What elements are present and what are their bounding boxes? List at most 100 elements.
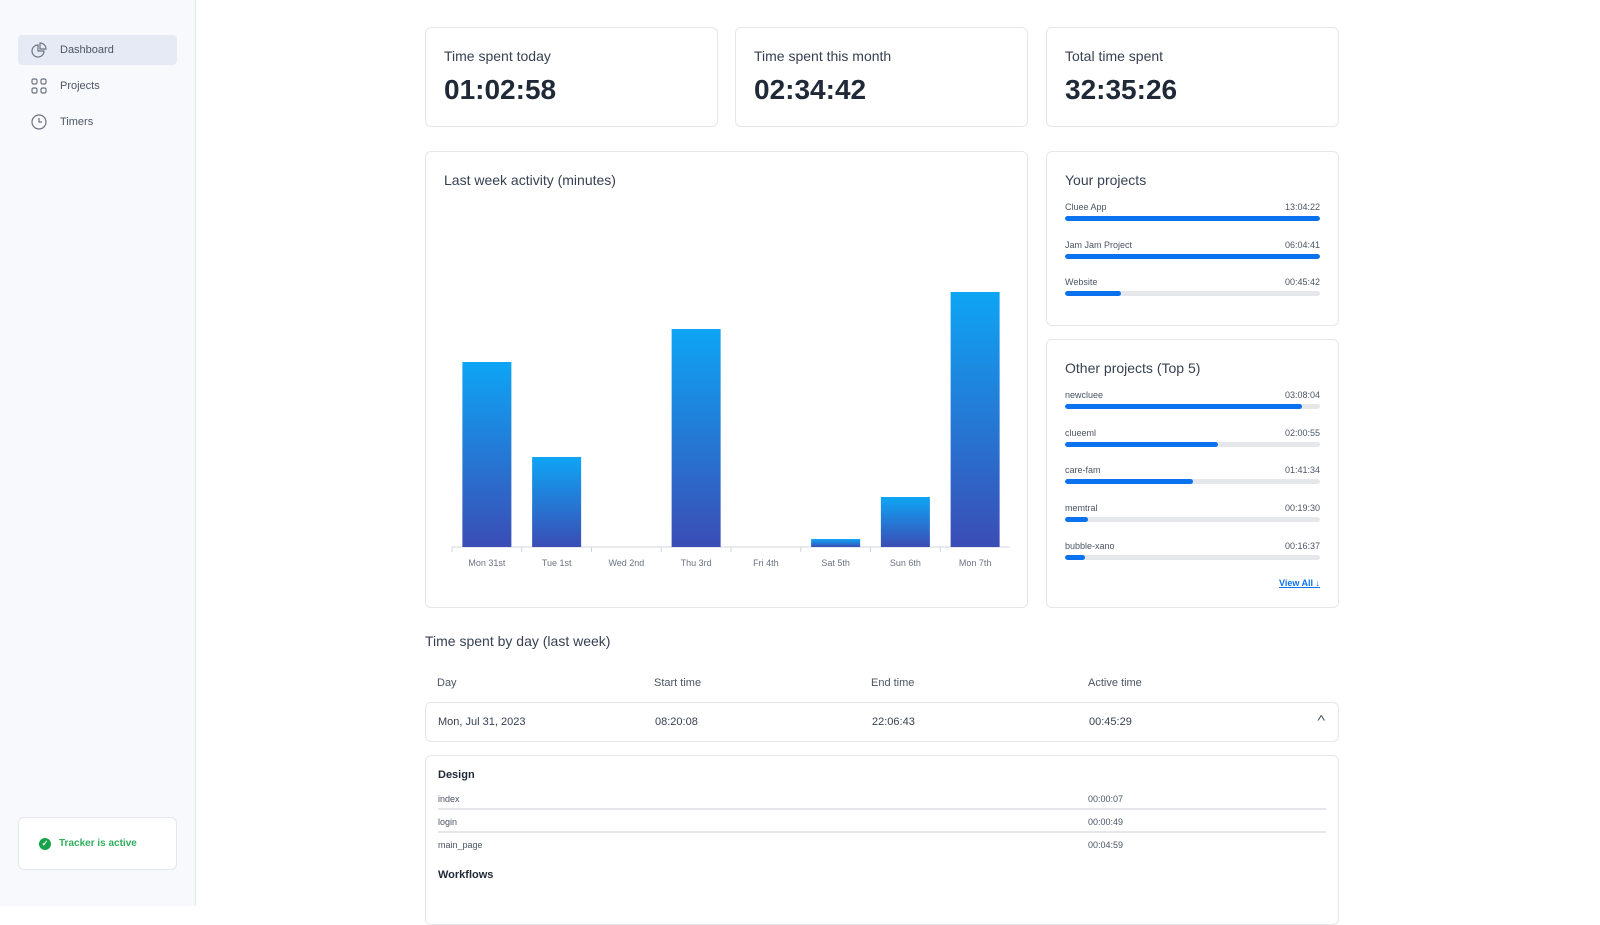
progress-bar <box>1065 517 1320 523</box>
activity-chart-card: Last week activity (minutes) Mon 31st Tue… <box>425 151 1028 608</box>
stat-label: Time spent this month <box>754 48 892 64</box>
x-tick-label: Tue 1st <box>542 558 572 568</box>
x-tick-label: Thu 3rd <box>681 558 712 568</box>
project-time: 02:00:55 <box>1284 427 1320 438</box>
project-row: memtral 00:19:30 <box>1065 503 1320 533</box>
details-name: index <box>438 794 460 804</box>
other-projects-card: Other projects (Top 5) newcluee 03:08:04 c… <box>1046 339 1339 608</box>
x-tick-label: Mon 31st <box>468 558 506 568</box>
project-time: 00:16:37 <box>1284 540 1320 551</box>
sidebar: Dashboard Projects Timers ✓ Tracker is a… <box>0 0 196 906</box>
details-name: login <box>438 817 458 827</box>
stat-card-total: Total time spent 32:35:26 <box>1046 27 1339 127</box>
details-row: login 00:00:49 <box>438 811 1326 833</box>
details-row: main_page 00:04:59 <box>438 834 1326 856</box>
progress-fill <box>1065 253 1320 259</box>
chevron-up-icon[interactable]: ˄ <box>1316 713 1325 725</box>
column-header-start: Start time <box>654 677 702 689</box>
sidebar-item-projects[interactable]: Projects <box>18 71 177 101</box>
project-row: clueeml 02:00:55 <box>1065 428 1320 458</box>
project-time: 01:41:34 <box>1284 465 1320 476</box>
sidebar-item-label: Timers <box>60 116 94 128</box>
progress-fill <box>1065 479 1193 485</box>
cell-active: 00:45:29 <box>1089 716 1132 728</box>
day-details: Design index 00:00:07 login 00:00:49 main_… <box>425 755 1339 925</box>
details-name: main_page <box>438 840 483 850</box>
card-title: Your projects <box>1065 172 1147 188</box>
project-name: Website <box>1065 277 1098 288</box>
stat-card-today: Time spent today 01:02:58 <box>425 27 718 127</box>
column-header-end: End time <box>871 677 915 689</box>
details-time: 00:04:59 <box>1088 840 1124 850</box>
stat-value: 02:34:42 <box>754 74 867 105</box>
project-time: 00:19:30 <box>1284 503 1320 514</box>
details-time: 00:00:07 <box>1088 794 1124 804</box>
sidebar-item-dashboard[interactable]: Dashboard <box>18 35 177 65</box>
sidebar-item-label: Projects <box>60 80 100 92</box>
progress-bar <box>1065 216 1320 221</box>
your-projects-card: Your projects Cluee App 13:04:22 Jam Jam P… <box>1046 151 1339 326</box>
bar-3 <box>671 329 721 547</box>
progress-bar <box>1065 479 1320 485</box>
pie-chart-icon <box>31 42 47 58</box>
bar-7 <box>950 292 1000 547</box>
stat-label: Time spent today <box>444 48 551 64</box>
stat-card-month: Time spent this month 02:34:42 <box>735 27 1028 127</box>
project-name: Jam Jam Project <box>1065 239 1133 250</box>
project-row: newcluee 03:08:04 <box>1065 390 1320 420</box>
details-group-workflows: Workflows <box>438 869 494 881</box>
progress-bar <box>1065 291 1320 297</box>
bar-1 <box>532 457 582 547</box>
details-time: 00:00:49 <box>1088 817 1124 827</box>
cell-end: 22:06:43 <box>872 716 915 728</box>
activity-chart: Mon 31st Tue 1st Wed 2nd Thu 3rd Fri 4th Sat … <box>451 292 1010 568</box>
bar-5 <box>811 539 861 547</box>
progress-fill <box>1065 291 1122 297</box>
column-header-active: Active time <box>1088 677 1142 689</box>
project-row: Jam Jam Project 06:04:41 <box>1065 240 1320 270</box>
table-row[interactable]: Mon, Jul 31, 2023 08:20:08 22:06:43 00:4… <box>425 702 1339 742</box>
progress-fill <box>1065 554 1086 560</box>
project-time: 03:08:04 <box>1284 390 1320 400</box>
bar-6 <box>880 497 930 547</box>
project-name: newcluee <box>1065 390 1104 400</box>
project-row: Cluee App 13:04:22 <box>1065 202 1320 232</box>
progress-fill <box>1065 441 1218 447</box>
clock-icon <box>31 114 47 130</box>
view-all-link[interactable]: View All ↓ <box>1279 578 1320 588</box>
progress-fill <box>1065 517 1088 523</box>
project-name: bubble-xano <box>1065 540 1115 551</box>
sidebar-item-timers[interactable]: Timers <box>18 107 177 137</box>
sidebar-item-label: Dashboard <box>60 44 114 56</box>
project-row: care-fam 01:41:34 <box>1065 465 1320 495</box>
progress-bar <box>1065 404 1320 409</box>
project-time: 00:45:42 <box>1284 277 1320 288</box>
progress-bar <box>1065 441 1320 447</box>
project-name: care-fam <box>1065 465 1101 476</box>
project-name: memtral <box>1065 503 1098 514</box>
tracker-status-text: Tracker is active <box>59 838 137 849</box>
section-title: Time spent by day (last week) <box>425 633 611 649</box>
progress-fill <box>1065 404 1303 409</box>
progress-bar <box>1065 253 1320 259</box>
x-tick-label: Sun 6th <box>890 558 921 568</box>
grid-icon <box>31 78 47 94</box>
details-group-design: Design <box>438 769 475 781</box>
project-time: 13:04:22 <box>1284 202 1320 212</box>
x-tick-label: Sat 5th <box>821 558 850 568</box>
check-icon: ✓ <box>39 837 51 850</box>
x-tick-label: Wed 2nd <box>608 558 644 568</box>
project-row: bubble-xano 00:16:37 <box>1065 541 1320 571</box>
progress-fill <box>1065 216 1320 221</box>
bar-0 <box>462 362 512 547</box>
cell-day: Mon, Jul 31, 2023 <box>438 716 526 728</box>
progress-bar <box>1065 554 1320 560</box>
stat-label: Total time spent <box>1065 48 1164 64</box>
project-row: Website 00:45:42 <box>1065 277 1320 307</box>
details-row: index 00:00:07 <box>438 788 1326 810</box>
project-name: Cluee App <box>1065 202 1107 212</box>
x-tick-label: Mon 7th <box>959 558 992 568</box>
x-tick-label: Fri 4th <box>753 558 779 568</box>
column-header-day: Day <box>437 677 457 689</box>
tracker-status: ✓ Tracker is active <box>18 817 177 870</box>
